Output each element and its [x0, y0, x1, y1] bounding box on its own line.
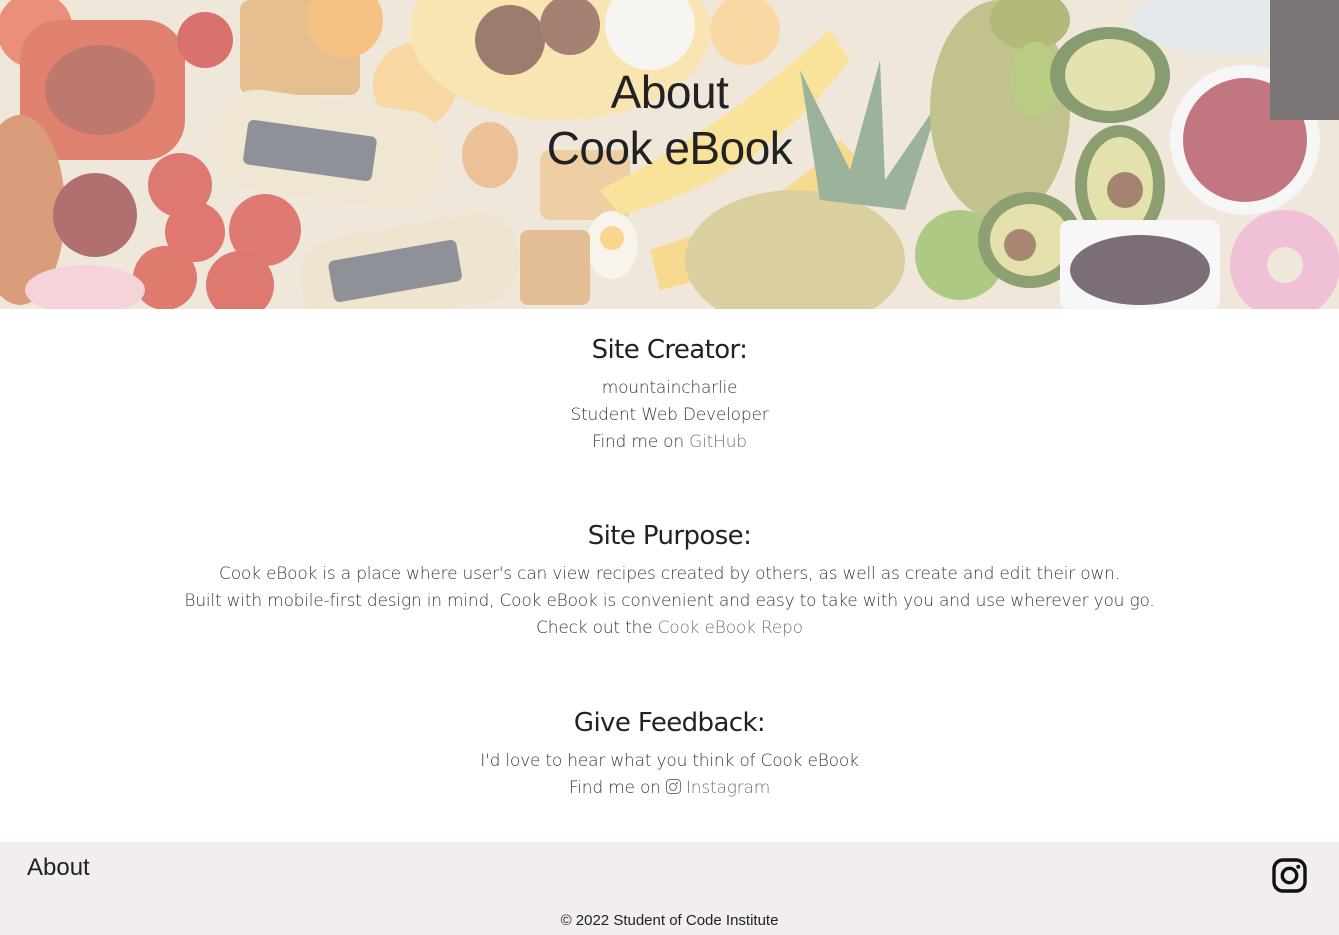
footer-instagram-button[interactable] [1272, 858, 1307, 893]
site-creator-heading: Site Creator: [591, 335, 748, 365]
instagram-link-label: Instagram [685, 778, 771, 798]
purpose-line-2: Built with mobile-first design in mind, … [184, 591, 1155, 611]
feedback-find-line: Find me on Instagram [0, 775, 1339, 802]
feedback-find-prefix: Find me on [568, 778, 661, 798]
repo-link[interactable]: Cook eBook Repo [658, 618, 803, 638]
page-title: About Cook eBook [0, 64, 1339, 176]
creator-role: Student Web Developer [570, 405, 769, 425]
give-feedback-section: Give Feedback: I'd love to hear what you… [0, 706, 1339, 802]
site-footer: About © 2022 Student of Code Institute [0, 842, 1339, 935]
feedback-line-1: I'd love to hear what you think of Cook … [480, 751, 859, 771]
creator-find-prefix: Find me on [592, 432, 684, 452]
footer-about-link[interactable]: About [27, 854, 90, 882]
creator-name: mountaincharlie [601, 378, 738, 398]
hero-banner: About Cook eBook [0, 0, 1339, 309]
instagram-icon [665, 779, 681, 794]
site-purpose-section: Site Purpose: Cook eBook is a place wher… [0, 519, 1339, 642]
site-creator-section: Site Creator: mountaincharlie Student We… [0, 333, 1339, 456]
copyright-text: © 2022 Student of Code Institute [560, 912, 779, 929]
page-title-line2: Cook eBook [546, 122, 793, 174]
site-purpose-heading: Site Purpose: [587, 521, 752, 551]
creator-find-line: Find me on GitHub [0, 429, 1339, 456]
purpose-line-1: Cook eBook is a place where user's can v… [219, 564, 1120, 584]
instagram-icon [1272, 858, 1307, 893]
instagram-link[interactable]: Instagram [665, 778, 771, 798]
github-link[interactable]: GitHub [689, 432, 747, 452]
repo-prefix: Check out the [536, 618, 653, 638]
purpose-repo-line: Check out the Cook eBook Repo [0, 615, 1339, 642]
page-title-line1: About [610, 66, 729, 118]
give-feedback-heading: Give Feedback: [573, 708, 766, 738]
